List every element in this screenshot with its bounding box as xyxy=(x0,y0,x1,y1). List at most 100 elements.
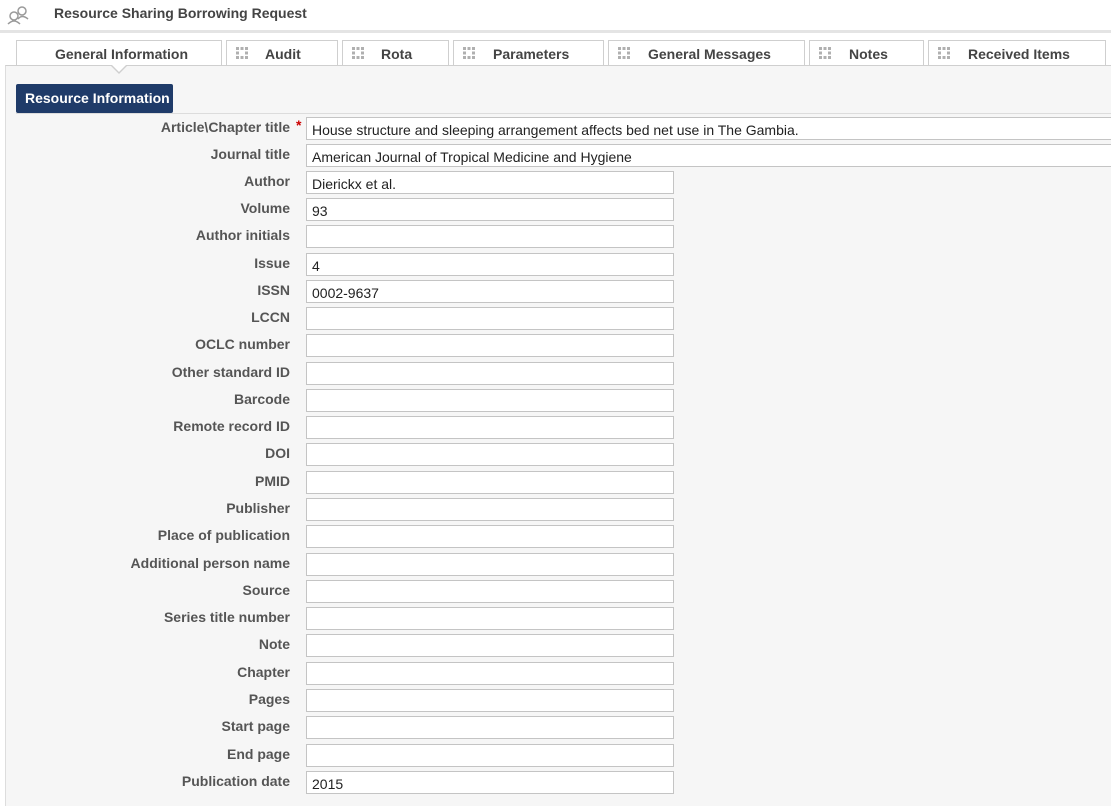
lccn-input[interactable] xyxy=(306,307,674,330)
chapter-input[interactable] xyxy=(306,662,674,685)
tab-label: Received Items xyxy=(968,46,1070,62)
field-row-oclc-number: OCLC number xyxy=(0,334,1111,358)
tab-label: General Information xyxy=(55,46,189,62)
field-label: Chapter xyxy=(237,664,290,680)
field-row-pages: Pages xyxy=(0,689,1111,713)
page-title: Resource Sharing Borrowing Request xyxy=(54,5,307,21)
resource-sharing-icon xyxy=(6,3,30,25)
page-header: Resource Sharing Borrowing Request xyxy=(0,0,1111,33)
start-page-input[interactable] xyxy=(306,716,674,739)
field-label: Other standard ID xyxy=(171,364,290,380)
field-row-note: Note xyxy=(0,634,1111,658)
field-row-issn: ISSN xyxy=(0,280,1111,304)
tab-label: Parameters xyxy=(493,46,570,62)
field-row-author: Author xyxy=(0,171,1111,195)
field-label: Volume xyxy=(240,200,290,216)
grip-icon xyxy=(235,46,249,60)
pmid-input[interactable] xyxy=(306,471,674,494)
tab-notes[interactable]: Notes xyxy=(809,40,924,65)
grip-icon xyxy=(351,46,365,60)
tab-received-items[interactable]: Received Items xyxy=(928,40,1106,65)
grip-icon xyxy=(818,46,832,60)
tab-general-information[interactable]: General Information xyxy=(16,40,222,65)
tab-parameters[interactable]: Parameters xyxy=(453,40,604,65)
publisher-input[interactable] xyxy=(306,498,674,521)
author-initials-input[interactable] xyxy=(306,225,674,248)
field-label: Place of publication xyxy=(157,527,290,543)
doi-input[interactable] xyxy=(306,443,674,466)
source-input[interactable] xyxy=(306,580,674,603)
field-label: Author initials xyxy=(195,227,290,243)
note-input[interactable] xyxy=(306,634,674,657)
field-row-chapter: Chapter xyxy=(0,662,1111,686)
active-tab-pointer-fill xyxy=(111,64,127,72)
field-label: Article\Chapter title xyxy=(160,119,290,135)
required-marker: * xyxy=(296,117,302,133)
field-label: Publication date xyxy=(181,773,290,789)
field-label: Publisher xyxy=(226,500,290,516)
grip-icon xyxy=(462,46,476,60)
grip-icon xyxy=(617,46,631,60)
field-label: Author xyxy=(244,173,290,189)
field-row-volume: Volume xyxy=(0,198,1111,222)
barcode-input[interactable] xyxy=(306,389,674,412)
journal-title-input[interactable] xyxy=(306,144,1111,167)
field-row-publication-date: Publication date xyxy=(0,771,1111,795)
field-label: Remote record ID xyxy=(173,418,290,434)
tab-label: Notes xyxy=(849,46,888,62)
field-row-source: Source xyxy=(0,580,1111,604)
section-divider xyxy=(16,113,1111,114)
field-row-issue: Issue xyxy=(0,253,1111,277)
article-chapter-title-input[interactable] xyxy=(306,117,1111,140)
volume-input[interactable] xyxy=(306,198,674,221)
field-label: Note xyxy=(258,636,290,652)
other-standard-id-input[interactable] xyxy=(306,362,674,385)
field-row-publisher: Publisher xyxy=(0,498,1111,522)
pages-input[interactable] xyxy=(306,689,674,712)
field-label: DOI xyxy=(265,445,290,461)
oclc-number-input[interactable] xyxy=(306,334,674,357)
tab-bar: General Information Audit Rota Parameter… xyxy=(0,38,1111,66)
issn-input[interactable] xyxy=(306,280,674,303)
field-row-series-title-number: Series title number xyxy=(0,607,1111,631)
field-row-article-chapter-title: Article\Chapter title * xyxy=(0,117,1111,141)
field-label: OCLC number xyxy=(195,336,290,352)
field-row-additional-person-name: Additional person name xyxy=(0,553,1111,577)
author-input[interactable] xyxy=(306,171,674,194)
field-label: Journal title xyxy=(210,146,290,162)
issue-input[interactable] xyxy=(306,253,674,276)
field-label: Additional person name xyxy=(130,555,290,571)
remote-record-id-input[interactable] xyxy=(306,416,674,439)
field-label: Source xyxy=(242,582,290,598)
tab-audit[interactable]: Audit xyxy=(226,40,338,65)
field-label: Barcode xyxy=(233,391,290,407)
field-row-author-initials: Author initials xyxy=(0,225,1111,249)
field-row-other-standard-id: Other standard ID xyxy=(0,362,1111,386)
field-row-barcode: Barcode xyxy=(0,389,1111,413)
tab-rota[interactable]: Rota xyxy=(342,40,449,65)
tab-label: Audit xyxy=(265,46,301,62)
tab-general-messages[interactable]: General Messages xyxy=(608,40,805,65)
field-row-place-of-publication: Place of publication xyxy=(0,525,1111,549)
tab-label: Rota xyxy=(381,46,413,62)
section-header-resource-information: Resource Information xyxy=(16,84,173,113)
field-label: ISSN xyxy=(257,282,290,298)
field-label: End page xyxy=(226,746,290,762)
field-row-end-page: End page xyxy=(0,744,1111,768)
field-row-remote-record-id: Remote record ID xyxy=(0,416,1111,440)
field-label: Series title number xyxy=(163,609,290,625)
publication-date-input[interactable] xyxy=(306,771,674,794)
field-row-start-page: Start page xyxy=(0,716,1111,740)
tab-label: General Messages xyxy=(648,46,771,62)
field-row-journal-title: Journal title xyxy=(0,144,1111,168)
field-label: Start page xyxy=(221,718,290,734)
field-row-pmid: PMID xyxy=(0,471,1111,495)
field-label: PMID xyxy=(255,473,290,489)
series-title-number-input[interactable] xyxy=(306,607,674,630)
field-label: Pages xyxy=(248,691,290,707)
grip-icon xyxy=(937,46,951,60)
place-of-publication-input[interactable] xyxy=(306,525,674,548)
additional-person-name-input[interactable] xyxy=(306,553,674,576)
field-label: LCCN xyxy=(251,309,290,325)
end-page-input[interactable] xyxy=(306,744,674,767)
